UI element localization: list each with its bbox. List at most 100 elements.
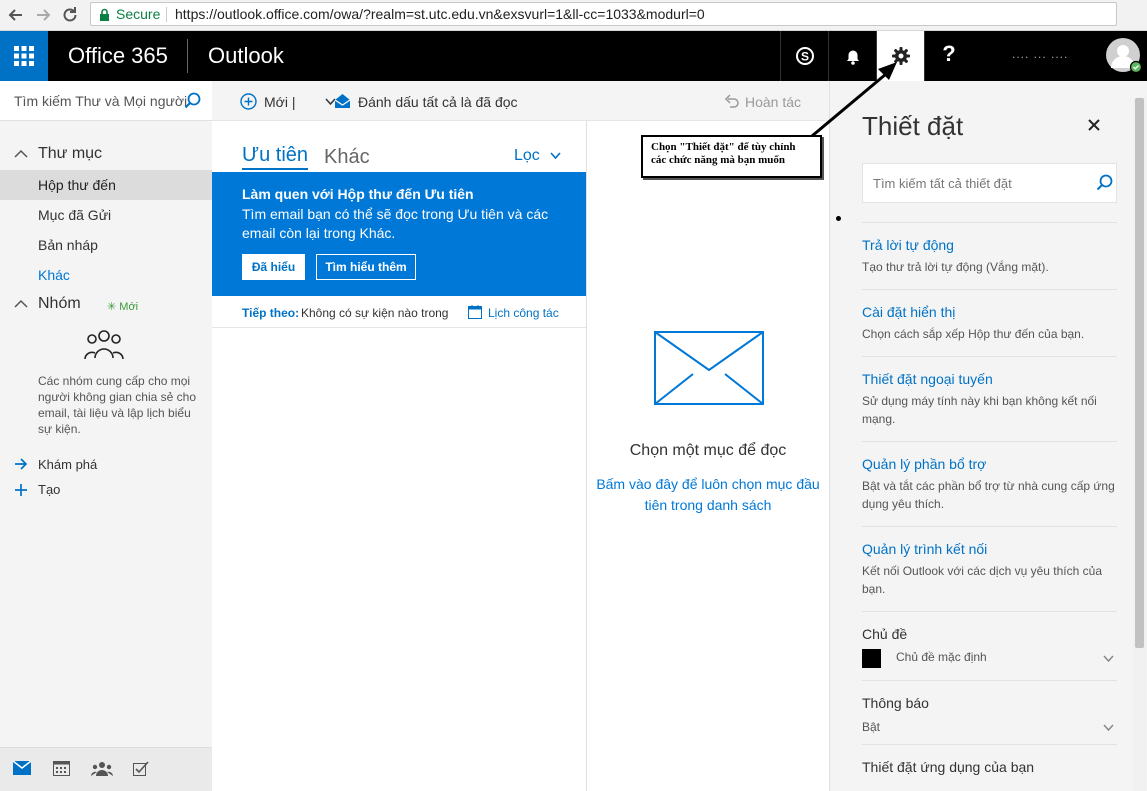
user-avatar[interactable] [1106, 38, 1142, 74]
calendar-link-label: Lịch công tác [488, 306, 559, 320]
bullet-dot [836, 216, 841, 221]
chevron-down-icon [550, 152, 561, 160]
banner-text: Tìm email bạn có thể sẽ đọc trong Ưu tiê… [242, 206, 549, 241]
skype-icon: S [796, 47, 814, 65]
theme-swatch [862, 649, 881, 668]
setting-desc: Tạo thư trả lời tự động (Vắng mặt). [862, 260, 1049, 274]
gear-icon [892, 47, 910, 65]
upcoming-events-bar: Tiếp theo: Không có sự kiện nào trong Lị… [212, 296, 586, 328]
address-bar[interactable]: Secure https://outlook.office.com/owa/?r… [90, 2, 1117, 26]
people-icon[interactable] [91, 761, 113, 776]
tasks-icon[interactable] [133, 761, 149, 776]
setting-app-settings[interactable]: Thiết đặt ứng dụng của bạn [862, 744, 1117, 791]
app-settings-heading: Thiết đặt ứng dụng của bạn [862, 759, 1035, 775]
setting-link[interactable]: Quản lý phần bổ trợ [862, 456, 986, 472]
folder-drafts[interactable]: Bản nháp [0, 230, 212, 260]
setting-connectors[interactable]: Quản lý trình kết nối Kết nối Outlook vớ… [862, 526, 1117, 611]
setting-auto-reply[interactable]: Trả lời tự động Tạo thư trả lời tự động … [862, 222, 1117, 289]
url-separator [166, 7, 167, 22]
settings-search[interactable]: Tìm kiếm tất cả thiết đặt [862, 163, 1117, 203]
notifications-heading: Thông báo [862, 695, 929, 711]
annotation-callout: Chọn "Thiết đặt" để tùy chỉnh các chức n… [641, 135, 822, 178]
app-name[interactable]: Outlook [208, 43, 284, 69]
setting-desc: Bật và tắt các phần bổ trợ từ nhà cung c… [862, 479, 1115, 511]
setting-theme[interactable]: Chủ đề Chủ đề mặc định [862, 611, 1117, 680]
forward-arrow-icon[interactable] [33, 5, 53, 25]
got-it-button[interactable]: Đã hiểu [242, 254, 305, 280]
chevron-down-icon[interactable] [1103, 655, 1114, 663]
folder-inbox[interactable]: Hộp thư đến [0, 170, 212, 200]
folder-pane: Tìm kiếm Thư và Mọi người Thư mục Hộp th… [0, 81, 212, 791]
setting-desc: Kết nối Outlook với các dịch vụ yêu thíc… [862, 564, 1102, 596]
setting-offline[interactable]: Thiết đặt ngoại tuyến Sử dụng máy tính n… [862, 356, 1117, 441]
skype-button[interactable]: S [780, 31, 828, 81]
waffle-icon [14, 46, 34, 66]
url-text[interactable]: https://outlook.office.com/owa/?realm=st… [175, 6, 705, 22]
svg-text:S: S [801, 50, 809, 64]
mail-people-search[interactable]: Tìm kiếm Thư và Mọi người [0, 81, 212, 121]
setting-link[interactable]: Thiết đặt ngoại tuyến [862, 371, 993, 387]
mail-icon[interactable] [13, 761, 31, 775]
search-icon[interactable] [184, 92, 202, 110]
groups-new-label: Mới [119, 301, 139, 313]
folder-more[interactable]: Khác [0, 260, 212, 290]
message-list: Ưu tiên Khác Lọc Làm quen với Hộp thư đế… [212, 121, 587, 791]
settings-gear-button[interactable] [876, 31, 924, 81]
search-icon[interactable] [1096, 174, 1114, 192]
notifications-value[interactable]: Bật [862, 720, 880, 734]
explore-label: Khám phá [38, 457, 98, 472]
office-365-brand[interactable]: Office 365 [68, 43, 168, 69]
brand-divider [187, 39, 188, 73]
folder-sent[interactable]: Mục đã Gửi [0, 200, 212, 230]
setting-desc: Chọn cách sắp xếp Hộp thư đến của bạn. [862, 327, 1085, 341]
tab-focused[interactable]: Ưu tiên [242, 144, 309, 170]
setting-link[interactable]: Quản lý trình kết nối [862, 541, 987, 557]
notifications-button[interactable] [828, 31, 876, 81]
folders-heading-label: Thư mục [38, 145, 103, 162]
user-name[interactable]: .... ... .... [1012, 47, 1068, 61]
undo-icon [724, 94, 739, 108]
theme-heading: Chủ đề [862, 626, 908, 642]
reload-icon[interactable] [60, 5, 80, 25]
chevron-down-icon[interactable] [1103, 724, 1114, 732]
groups-icon [83, 328, 125, 364]
undo-label: Hoàn tác [745, 94, 802, 110]
setting-addins[interactable]: Quản lý phần bổ trợ Bật và tắt các phần … [862, 441, 1117, 526]
setting-display[interactable]: Cài đặt hiển thị Chọn cách sắp xếp Hộp t… [862, 289, 1117, 356]
setting-notifications[interactable]: Thông báo Bật [862, 680, 1117, 744]
arrow-right-icon [15, 458, 28, 470]
help-button[interactable]: ? [924, 31, 972, 81]
back-arrow-icon[interactable] [6, 5, 26, 25]
banner-title: Làm quen với Hộp thư đến Ưu tiên [242, 186, 474, 202]
groups-new-badge: ✳ Mới [107, 301, 139, 313]
groups-heading-label: Nhóm [38, 295, 81, 312]
envelope-icon [654, 331, 764, 405]
filter-button[interactable]: Lọc [514, 147, 561, 165]
search-placeholder: Tìm kiếm Thư và Mọi người [14, 93, 188, 109]
setting-link[interactable]: Trả lời tự động [862, 237, 954, 253]
settings-scrollbar-thumb[interactable] [1135, 98, 1144, 648]
plus-icon [15, 484, 27, 496]
setting-link[interactable]: Cài đặt hiển thị [862, 304, 955, 320]
next-text: Không có sự kiện nào trong [301, 306, 449, 320]
theme-value[interactable]: Chủ đề mặc định [896, 650, 987, 664]
settings-search-placeholder: Tìm kiếm tất cả thiết đặt [873, 176, 1012, 191]
next-label: Tiếp theo: [242, 306, 300, 320]
settings-pane: Thiết đặt Tìm kiếm tất cả thiết đặt Trả … [829, 81, 1147, 791]
lock-icon [99, 8, 110, 21]
app-launcher-button[interactable] [0, 31, 48, 81]
filter-label: Lọc [514, 147, 540, 164]
new-label: Mới | [264, 94, 296, 110]
create-label: Tạo [38, 482, 61, 497]
chevron-up-icon [14, 149, 28, 158]
browser-toolbar: Secure https://outlook.office.com/owa/?r… [0, 0, 1147, 31]
calendar-icon[interactable] [53, 761, 70, 776]
groups-description: Các nhóm cung cấp cho mọi người không gi… [38, 374, 197, 436]
open-envelope-icon [334, 94, 351, 108]
command-bar: Mới | Đánh dấu tất cả là đã đọc Hoàn tác [212, 81, 829, 121]
always-select-first-link[interactable]: Bấm vào đây để luôn chọn mục đầu tiên tr… [595, 474, 821, 516]
close-icon[interactable] [1087, 118, 1101, 132]
tab-other[interactable]: Khác [324, 146, 370, 169]
select-item-title: Chọn một mục để đọc [629, 442, 787, 459]
learn-more-button[interactable]: Tìm hiểu thêm [316, 254, 416, 280]
